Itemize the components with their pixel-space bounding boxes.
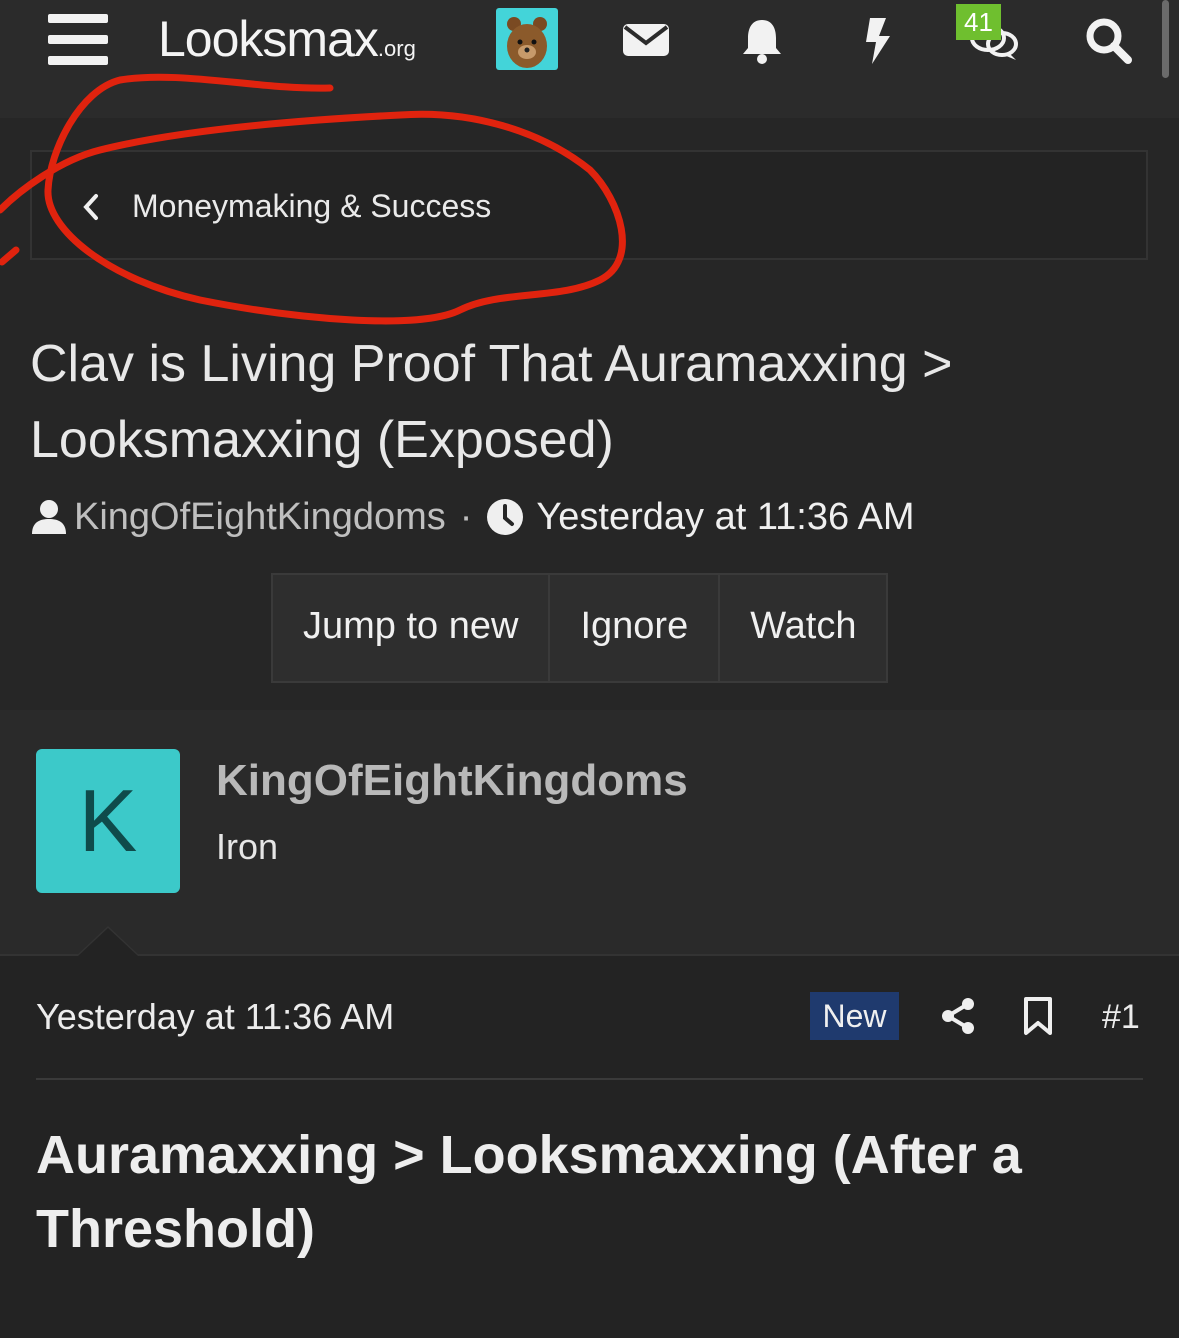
- ignore-button[interactable]: Ignore: [550, 575, 721, 681]
- thread-time[interactable]: Yesterday at 11:36 AM: [536, 496, 914, 539]
- site-logo[interactable]: Looksmax.org: [158, 10, 416, 68]
- watch-button[interactable]: Watch: [720, 575, 886, 681]
- mail-icon[interactable]: [620, 14, 672, 66]
- breadcrumb-label: Moneymaking & Success: [132, 188, 492, 224]
- jump-to-new-button[interactable]: Jump to new: [273, 575, 551, 681]
- lightning-icon[interactable]: [852, 14, 904, 66]
- search-icon[interactable]: [1082, 14, 1134, 66]
- post-time[interactable]: Yesterday at 11:36 AM: [36, 996, 394, 1038]
- notification-count-badge: 41: [956, 4, 1001, 40]
- user-icon: [32, 500, 66, 534]
- thread-author-link[interactable]: KingOfEightKingdoms: [74, 496, 446, 539]
- thread-meta: KingOfEightKingdoms · Yesterday at 11:36…: [30, 494, 915, 540]
- post-author-link[interactable]: KingOfEightKingdoms: [216, 756, 688, 806]
- new-badge: New: [810, 992, 899, 1040]
- scrollbar[interactable]: [1162, 0, 1169, 78]
- post: K KingOfEightKingdoms Iron Yesterday at …: [0, 710, 1179, 1338]
- separator-dot: ·: [459, 495, 473, 538]
- breadcrumb[interactable]: Moneymaking & Success: [30, 150, 1148, 260]
- share-icon[interactable]: [938, 996, 978, 1036]
- post-number-link[interactable]: #1: [1102, 998, 1140, 1037]
- menu-icon[interactable]: [48, 14, 108, 66]
- caret-pointer: [76, 926, 140, 956]
- divider: [36, 1078, 1143, 1080]
- post-body: Yesterday at 11:36 AM New #1 Auramaxxing…: [0, 926, 1179, 1338]
- user-rank: Iron: [216, 826, 279, 867]
- clock-icon: [487, 499, 524, 535]
- top-nav-bar: Looksmax.org 41: [0, 0, 1179, 118]
- post-heading: Auramaxxing > Looksmaxxing (After a Thre…: [36, 1125, 1022, 1259]
- bell-icon[interactable]: [736, 14, 788, 66]
- avatar[interactable]: K: [36, 749, 180, 893]
- chevron-left-icon: [83, 194, 98, 220]
- thread-title: Clav is Living Proof That Auramaxxing > …: [30, 335, 953, 469]
- user-avatar-icon[interactable]: [496, 8, 558, 70]
- bookmark-icon[interactable]: [1018, 996, 1058, 1036]
- thread-actions: Jump to new Ignore Watch: [271, 573, 889, 683]
